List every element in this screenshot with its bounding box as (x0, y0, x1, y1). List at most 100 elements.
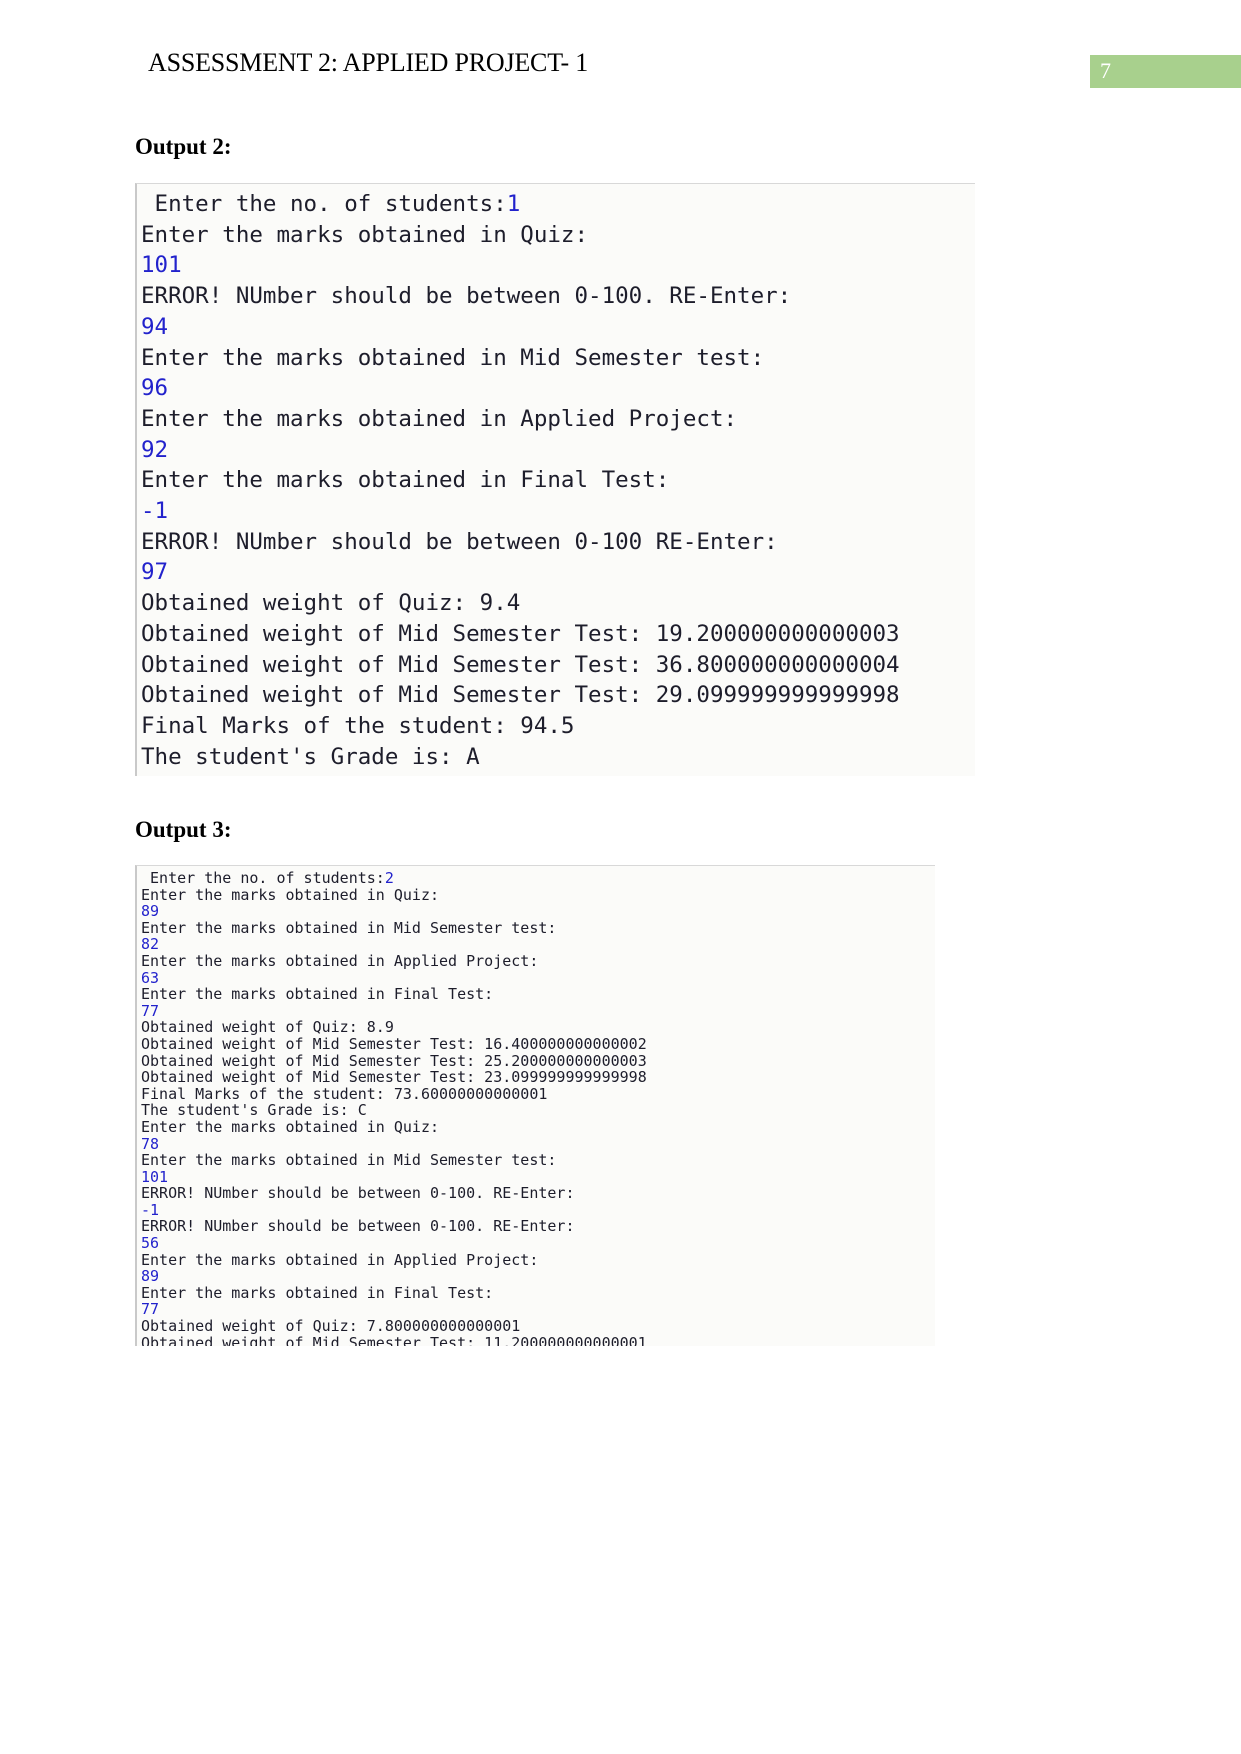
console-prompt-text: ERROR! NUmber should be between 0-100 RE… (141, 528, 778, 555)
console-line: Enter the marks obtained in Applied Proj… (141, 1250, 935, 1269)
console-line: Enter the marks obtained in Quiz: (141, 885, 935, 904)
console-line: Obtained weight of Mid Semester Test: 25… (141, 1051, 935, 1070)
console-prompt-text: Enter the marks obtained in Applied Proj… (141, 1250, 539, 1269)
console-user-input: 82 (141, 935, 160, 954)
console-line: Obtained weight of Quiz: 9.4 (141, 588, 975, 619)
console-line: 92 (141, 435, 975, 466)
console-line: -1 (141, 496, 975, 527)
console-user-input: 94 (141, 313, 169, 340)
console-line: Enter the marks obtained in Mid Semester… (141, 1152, 935, 1169)
console-line: Enter the marks obtained in Final Test: (141, 986, 935, 1003)
console-prompt-text: Enter the marks obtained in Quiz: (141, 1117, 440, 1136)
heading-output-2: Output 2: (135, 134, 232, 159)
console-prompt-text: Enter the no. of students: (141, 869, 385, 887)
console-line: Enter the marks obtained in Final Test: (141, 465, 975, 496)
console-prompt-text: Obtained weight of Quiz: 7.8000000000000… (141, 1317, 521, 1336)
console-line: 82 (141, 936, 935, 953)
console-line: 94 (141, 312, 975, 343)
console-line: Obtained weight of Mid Semester Test: 19… (141, 619, 975, 650)
console-line: -1 (141, 1202, 935, 1219)
console-line: 96 (141, 373, 975, 404)
console-prompt-text: Obtained weight of Mid Semester Test: 36… (141, 651, 900, 678)
console-prompt-text: ERROR! NUmber should be between 0-100. R… (141, 283, 792, 310)
console-user-input: 89 (141, 902, 160, 921)
console-line: 77 (141, 1001, 935, 1020)
console-line: Enter the no. of students:1 (141, 189, 975, 220)
console-line: Enter the marks obtained in Mid Semester… (141, 918, 935, 937)
console-user-input: 89 (141, 1267, 160, 1286)
console-prompt-text: Enter the marks obtained in Mid Semester… (141, 1151, 557, 1170)
console-user-input: -1 (141, 1200, 160, 1219)
console-prompt-text: Obtained weight of Quiz: 9.4 (141, 590, 521, 617)
console-prompt-text: Obtained weight of Mid Semester Test: 29… (141, 682, 900, 709)
console-prompt-text: Final Marks of the student: 94.5 (141, 712, 575, 739)
console-prompt-text: Enter the marks obtained in Final Test: (141, 467, 670, 494)
console-line: Obtained weight of Quiz: 8.9 (141, 1019, 935, 1036)
page-number-label: 7 (1100, 58, 1111, 83)
console-prompt-text: Obtained weight of Mid Semester Test: 19… (141, 620, 900, 647)
console-line: Enter the marks obtained in Quiz: (141, 220, 975, 251)
console-prompt-text: Enter the marks obtained in Applied Proj… (141, 405, 738, 432)
console-prompt-text: ERROR! NUmber should be between 0-100. R… (141, 1217, 575, 1236)
console-prompt-text: ERROR! NUmber should be between 0-100. R… (141, 1184, 575, 1203)
console-line: ERROR! NUmber should be between 0-100. R… (141, 1218, 935, 1235)
console-line: Final Marks of the student: 94.5 (141, 711, 975, 742)
console-line: Obtained weight of Quiz: 7.8000000000000… (141, 1318, 935, 1335)
console-user-input: 96 (141, 375, 169, 402)
console-prompt-text: Enter the marks obtained in Mid Semester… (141, 918, 557, 937)
console-user-input: 77 (141, 1300, 160, 1319)
console-line: 101 (141, 250, 975, 281)
console-user-input: 63 (141, 968, 160, 987)
console-line: Enter the marks obtained in Applied Proj… (141, 953, 935, 970)
console-prompt-text: Enter the marks obtained in Final Test: (141, 985, 494, 1004)
console-prompt-text: Enter the no. of students: (141, 191, 507, 217)
console-prompt-text: Obtained weight of Mid Semester Test: 16… (141, 1034, 647, 1053)
console-output-2: Enter the no. of students:1 Enter the mar… (135, 183, 975, 776)
console-line: Enter the no. of students:2 (141, 870, 935, 887)
console-user-input: 77 (141, 1001, 160, 1020)
console-line: Obtained weight of Mid Semester Test: 11… (141, 1333, 935, 1346)
console-user-input: 56 (141, 1234, 160, 1253)
console-line: ERROR! NUmber should be between 0-100. R… (141, 281, 975, 312)
console-prompt-text: Obtained weight of Mid Semester Test: 11… (141, 1333, 647, 1346)
document-header-title: ASSESSMENT 2: APPLIED PROJECT- 1 (148, 48, 589, 77)
console-user-input: 97 (141, 559, 169, 586)
console-line: Obtained weight of Mid Semester Test: 16… (141, 1036, 935, 1053)
console-line: 56 (141, 1235, 935, 1252)
console-line: 63 (141, 968, 935, 987)
console-line: Enter the marks obtained in Mid Semester… (141, 343, 975, 374)
console-line: 77 (141, 1301, 935, 1318)
console-line: Obtained weight of Mid Semester Test: 29… (141, 680, 975, 711)
heading-output-3: Output 3: (135, 817, 232, 842)
console-prompt-text: Enter the marks obtained in Quiz: (141, 221, 589, 248)
page-header: ASSESSMENT 2: APPLIED PROJECT- 1 7 (0, 48, 1241, 90)
console-prompt-text: Enter the marks obtained in Final Test: (141, 1283, 494, 1302)
console-line: Obtained weight of Mid Semester Test: 23… (141, 1069, 935, 1086)
console-prompt-text: The student's Grade is: A (141, 743, 480, 770)
console-user-input: 1 (506, 191, 521, 217)
console-line: 97 (141, 557, 975, 588)
console-line: The student's Grade is: C (141, 1102, 935, 1119)
console-prompt-text: Enter the marks obtained in Quiz: (141, 885, 440, 904)
console-line: Enter the marks obtained in Final Test: (141, 1285, 935, 1302)
console-user-input: 101 (141, 252, 182, 279)
console-line: Final Marks of the student: 73.600000000… (141, 1084, 935, 1103)
console-user-input: 101 (141, 1167, 169, 1186)
console-user-input: 92 (141, 436, 169, 463)
page-number-badge: 7 (1090, 55, 1241, 88)
console-prompt-text: Obtained weight of Quiz: 8.9 (141, 1018, 394, 1037)
console-line: 78 (141, 1135, 935, 1153)
console-prompt-text: Obtained weight of Mid Semester Test: 25… (141, 1051, 647, 1070)
console-output-3: Enter the no. of students:2 Enter the mar… (135, 865, 935, 1346)
console-line: 101 (141, 1167, 935, 1186)
console-prompt-text: Enter the marks obtained in Applied Proj… (141, 951, 539, 970)
console-user-input: 2 (384, 869, 394, 887)
console-prompt-text: Obtained weight of Mid Semester Test: 23… (141, 1068, 647, 1087)
console-line: Obtained weight of Mid Semester Test: 36… (141, 650, 975, 681)
console-user-input: -1 (141, 498, 169, 525)
console-line: 89 (141, 903, 935, 920)
console-prompt-text: Final Marks of the student: 73.600000000… (141, 1084, 548, 1103)
console-prompt-text: The student's Grade is: C (141, 1101, 367, 1120)
console-line: ERROR! NUmber should be between 0-100 RE… (141, 527, 975, 558)
console-line: Enter the marks obtained in Quiz: (141, 1119, 935, 1136)
